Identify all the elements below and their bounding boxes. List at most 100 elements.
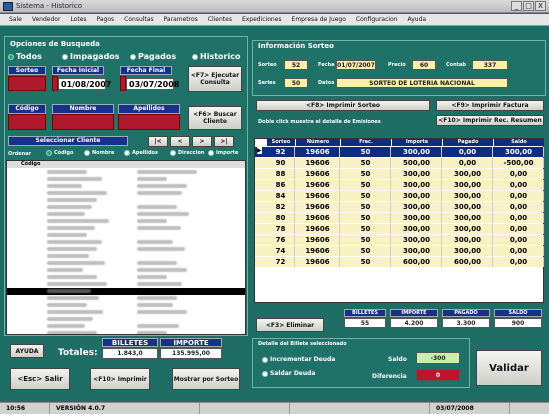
client-list-item[interactable] <box>7 246 245 253</box>
menu-item[interactable]: Empresa de Juego <box>287 14 351 25</box>
table-cell: 92 <box>267 147 295 157</box>
mostrar-sorteo-button[interactable]: Mostrar por Sorteo <box>172 368 240 390</box>
client-list-item[interactable] <box>7 232 245 239</box>
order-apellidos[interactable]: Apellidos <box>124 150 158 156</box>
table-row[interactable]: 82 19606 50 300,00 300,00 0,00 <box>255 202 544 212</box>
nav-next-button[interactable]: > <box>192 136 212 147</box>
client-list-item[interactable] <box>7 302 245 309</box>
table-cell: 50 <box>341 224 391 234</box>
table-cell: 300,00 <box>392 191 442 201</box>
table-row[interactable]: 80 19606 50 300,00 300,00 0,00 <box>255 213 544 223</box>
client-list-item[interactable] <box>7 204 245 211</box>
menu-item[interactable]: Pagos <box>92 14 120 25</box>
client-list-item[interactable] <box>7 225 245 232</box>
client-list-item[interactable] <box>7 197 245 204</box>
col-sorteo-header[interactable]: Sorteo <box>267 139 295 146</box>
table-cell: 50 <box>341 191 391 201</box>
client-list-item[interactable] <box>7 323 245 330</box>
client-list-item[interactable] <box>7 288 245 295</box>
radio-dot-icon <box>124 150 130 156</box>
order-importe[interactable]: Importe <box>208 150 238 156</box>
col-saldo-header[interactable]: Saldo <box>494 139 544 146</box>
apellidos-field[interactable] <box>118 114 180 130</box>
client-list-item[interactable] <box>7 253 245 260</box>
table-row[interactable]: 76 19606 50 300,00 300,00 0,00 <box>255 235 544 245</box>
series-value: 50 <box>284 78 308 88</box>
table-row[interactable]: 78 19606 50 300,00 300,00 0,00 <box>255 224 544 234</box>
codigo-field[interactable] <box>8 114 46 130</box>
menu-item[interactable]: Configuracion <box>351 14 403 25</box>
client-list-item[interactable] <box>7 190 245 197</box>
table-row[interactable]: 86 19606 50 300,00 300,00 0,00 <box>255 180 544 190</box>
order-direccion[interactable]: Direccion <box>170 150 204 156</box>
client-list-item[interactable] <box>7 260 245 267</box>
col-frac-header[interactable]: Frac. <box>341 139 391 146</box>
table-row[interactable]: ▶ 92 19606 50 300,00 0,00 300,00 <box>255 147 544 157</box>
client-list-item[interactable] <box>7 316 245 323</box>
eliminar-button[interactable]: <F3> Eliminar <box>256 318 324 332</box>
fecha-final-input[interactable]: 03/07/2008 <box>126 78 179 90</box>
table-row[interactable]: 88 19606 50 300,00 300,00 0,00 <box>255 169 544 179</box>
ejecutar-consulta-button[interactable]: <F7> Ejecutar Consulta <box>188 66 242 92</box>
imprimir-sorteo-button[interactable]: <F8> Imprimir Sorteo <box>256 100 430 111</box>
client-list-item[interactable] <box>7 274 245 281</box>
client-list-item[interactable] <box>7 295 245 302</box>
nav-first-button[interactable]: |< <box>148 136 168 147</box>
client-list-item[interactable] <box>7 330 245 334</box>
table-row[interactable]: 74 19606 50 300,00 300,00 0,00 <box>255 246 544 256</box>
menu-item[interactable]: Ayuda <box>403 14 432 25</box>
minimize-button[interactable]: _ <box>511 1 522 11</box>
imprimir-button[interactable]: <F10> Imprimir <box>90 368 150 390</box>
fecha-inicial-input[interactable]: 01/08/2007 <box>58 78 111 90</box>
radio-todos[interactable]: Todos <box>8 52 42 61</box>
table-row[interactable]: 84 19606 50 300,00 300,00 0,00 <box>255 191 544 201</box>
table-row[interactable]: 90 19606 50 500,00 0,00 -500,00 <box>255 158 544 168</box>
order-codigo[interactable]: Código <box>46 150 73 156</box>
table-row[interactable]: 72 19606 50 600,00 600,00 0,00 <box>255 257 544 267</box>
menu-item[interactable]: Lotes <box>65 14 91 25</box>
client-list-item[interactable] <box>7 218 245 225</box>
diferencia-value: 0 <box>416 369 460 381</box>
sorteo-field[interactable] <box>8 76 46 91</box>
menu-bar: Sale Vendedor Lotes Pagos Consultas Para… <box>0 14 549 26</box>
client-list-item[interactable] <box>7 267 245 274</box>
col-importe-header[interactable]: Importe <box>392 139 442 146</box>
col-numero-header[interactable]: Número <box>296 139 340 146</box>
menu-item[interactable]: Sale <box>4 14 27 25</box>
nav-prev-button[interactable]: < <box>170 136 190 147</box>
table-cell: 50 <box>341 246 391 256</box>
client-list-item[interactable] <box>7 169 245 176</box>
info-title: Información Sorteo <box>258 42 334 50</box>
order-nombre[interactable]: Nombre <box>84 150 114 156</box>
ayuda-button[interactable]: AYUDA <box>10 344 44 358</box>
client-list[interactable]: Código <box>6 160 246 335</box>
client-list-item[interactable] <box>7 211 245 218</box>
client-list-item[interactable] <box>7 176 245 183</box>
incrementar-deuda-radio[interactable]: Incrementar Deuda <box>262 356 335 363</box>
nav-last-button[interactable]: >| <box>214 136 234 147</box>
menu-item[interactable]: Expediciones <box>237 14 287 25</box>
client-list-item[interactable] <box>7 183 245 190</box>
menu-item[interactable]: Consultas <box>119 14 158 25</box>
client-list-item[interactable] <box>7 309 245 316</box>
validar-button[interactable]: Validar <box>476 350 542 386</box>
nombre-field[interactable] <box>52 114 114 130</box>
buscar-cliente-button[interactable]: <F6> Buscar Cliente <box>188 106 242 130</box>
close-button[interactable]: X <box>535 1 546 11</box>
menu-item[interactable]: Clientes <box>203 14 237 25</box>
salir-button[interactable]: <Esc> Salir <box>10 368 70 390</box>
client-list-item[interactable] <box>7 281 245 288</box>
results-table[interactable]: Sorteo Número Frac. Importe Pagado Saldo… <box>254 138 544 303</box>
client-list-item[interactable] <box>7 239 245 246</box>
radio-pagados[interactable]: Pagados <box>130 52 176 61</box>
maximize-button[interactable]: □ <box>523 1 534 11</box>
col-pagado-header[interactable]: Pagado <box>443 139 493 146</box>
menu-item[interactable]: Parametros <box>159 14 203 25</box>
radio-historico[interactable]: Historico <box>192 52 240 61</box>
imprimir-recibo-button[interactable]: <F10> Imprimir Rec. Resumen <box>436 115 544 126</box>
menu-item[interactable]: Vendedor <box>27 14 66 25</box>
radio-impagados[interactable]: Impagados <box>62 52 120 61</box>
imprimir-factura-button[interactable]: <F9> Imprimir Factura <box>436 100 544 111</box>
nombre-label: Nombre <box>52 104 114 114</box>
saldar-deuda-radio[interactable]: Saldar Deuda <box>262 370 315 377</box>
